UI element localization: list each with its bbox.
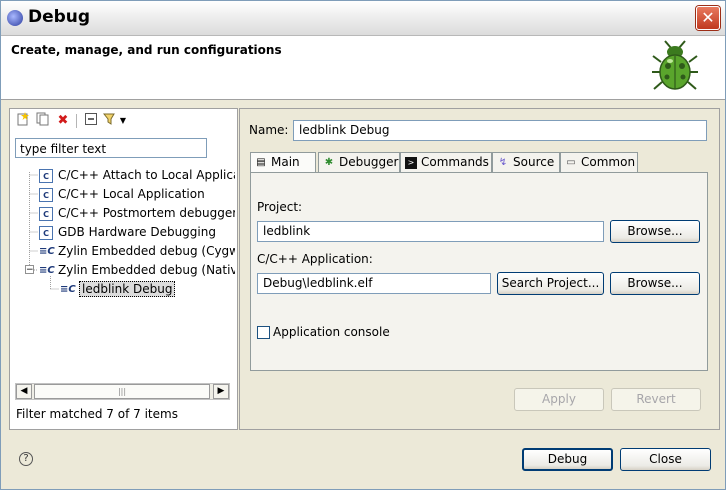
tree-item-label: C/C++ Local Application [58, 187, 205, 201]
common-tab-icon: ▭ [566, 156, 576, 168]
tab-main[interactable]: ▤ Main [250, 152, 316, 173]
scroll-right-icon[interactable]: ▶ [213, 384, 229, 399]
filter-input[interactable]: type filter text [15, 138, 207, 158]
tab-source[interactable]: ↯ Source [492, 152, 560, 172]
project-label: Project: [257, 200, 303, 214]
commands-tab-icon: > [405, 156, 417, 169]
debug-dialog: Debug ✕ Create, manage, and run configur… [0, 0, 726, 490]
banner: Create, manage, and run configurations [1, 36, 725, 100]
close-button[interactable]: Close [620, 448, 711, 471]
name-label: Name: [249, 123, 289, 137]
toolbar-separator [76, 114, 77, 128]
application-console-checkbox[interactable] [257, 326, 270, 339]
tree-item-ledblink-debug[interactable]: ≡C ledblink Debug [60, 280, 176, 298]
tree-item-label: C/C++ Postmortem debugger [58, 206, 235, 220]
banner-text: Create, manage, and run configurations [11, 43, 282, 57]
debug-app-icon [7, 10, 23, 26]
horizontal-scrollbar[interactable]: ◀ ||| ▶ [15, 383, 230, 400]
debugger-tab-icon: ✱ [324, 156, 334, 168]
main-tab-icon: ▤ [256, 156, 266, 168]
tree-item-label: GDB Hardware Debugging [58, 225, 216, 239]
new-config-icon[interactable] [14, 112, 32, 130]
revert-button[interactable]: Revert [611, 388, 701, 411]
delete-config-icon[interactable]: ✖ [54, 112, 72, 130]
tab-label: Common [581, 155, 636, 169]
close-window-button[interactable]: ✕ [696, 6, 720, 30]
tab-common[interactable]: ▭ Common [560, 152, 638, 172]
tab-label: Debugger [339, 155, 399, 169]
tab-debugger[interactable]: ✱ Debugger [318, 152, 400, 172]
project-field[interactable]: ledblink [257, 221, 604, 242]
tree-item-label: Zylin Embedded debug (Cygwi [58, 244, 235, 258]
name-field[interactable]: ledblink Debug [293, 120, 707, 141]
chevron-down-icon[interactable]: ▼ [118, 112, 128, 130]
configuration-list-panel: ✖ ▼ type filter text C C/C++ Attach to Lo… [9, 108, 238, 430]
tree-item-label: Zylin Embedded debug (Native [58, 263, 235, 277]
title-bar[interactable]: Debug ✕ [1, 1, 725, 36]
apply-button[interactable]: Apply [514, 388, 604, 411]
scroll-left-icon[interactable]: ◀ [16, 384, 32, 399]
browse-project-button[interactable]: Browse... [610, 220, 700, 243]
search-project-button[interactable]: Search Project... [497, 272, 604, 295]
configuration-tree: C C/C++ Attach to Local Applica C C/C++ Lo… [10, 164, 235, 379]
tab-label: Commands [421, 155, 489, 169]
tree-item-label: ledblink Debug [79, 281, 176, 297]
tab-label: Source [513, 155, 555, 169]
application-field[interactable]: Debug\ledblink.elf [257, 273, 491, 294]
bug-icon [652, 40, 698, 90]
collapse-all-icon[interactable] [82, 112, 100, 130]
duplicate-config-icon[interactable] [34, 112, 52, 130]
debug-button[interactable]: Debug [522, 448, 613, 471]
configuration-editor-panel: Name: ledblink Debug ▤ Main ✱ Debugger > Co… [239, 108, 720, 430]
help-icon[interactable]: ? [19, 452, 33, 466]
tab-commands[interactable]: > Commands [400, 152, 492, 172]
main-tab-content: Project: ledblink Browse... C/C++ Applic… [250, 172, 708, 371]
window-title: Debug [28, 7, 91, 27]
browse-application-button[interactable]: Browse... [610, 272, 700, 295]
application-console-label: Application console [273, 325, 390, 339]
source-tab-icon: ↯ [498, 156, 508, 168]
tree-lines [29, 172, 59, 290]
tab-label: Main [271, 155, 300, 169]
filter-status: Filter matched 7 of 7 items [16, 407, 178, 421]
application-label: C/C++ Application: [257, 252, 373, 266]
tree-item-label: C/C++ Attach to Local Applica [58, 168, 235, 182]
scroll-thumb[interactable]: ||| [34, 384, 210, 399]
